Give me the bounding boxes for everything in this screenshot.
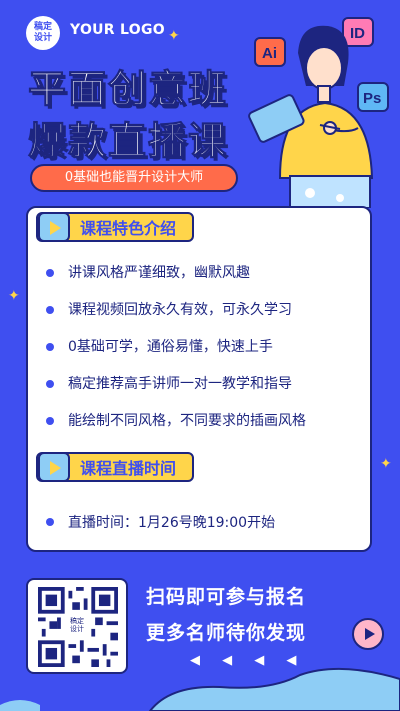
ai-badge-label: Ai: [262, 45, 277, 62]
qr-center-logo: 稿定 设计: [65, 613, 89, 637]
play-button[interactable]: [352, 618, 384, 650]
wave-decoration: [0, 667, 400, 711]
designer-illustration: Ai ID Ps: [248, 17, 389, 208]
id-badge-label: ID: [350, 25, 365, 42]
features-section-header: 课程特色介绍: [36, 212, 194, 242]
live-section-header: 课程直播时间: [36, 452, 194, 482]
features-list: 讲课风格严谨细致，幽默风趣 课程视频回放永久有效，可永久学习 0基础可学，通俗易…: [46, 262, 306, 447]
hero-subtitle: 0基础也能晋升设计大师: [30, 164, 238, 192]
list-item: 能绘制不同风格，不同要求的插画风格: [46, 410, 306, 447]
hero-title-line1: 平面创意班: [27, 67, 229, 112]
logo-text: YOUR LOGO: [70, 22, 165, 38]
hero-title-line2: 爆款直播课: [27, 119, 229, 164]
list-item: 0基础可学，通俗易懂，快速上手: [46, 336, 306, 373]
list-item: 讲课风格严谨细致，幽默风趣: [46, 262, 306, 299]
sparkle-icon: ✦: [380, 456, 392, 472]
sparkle-icon: ✦: [8, 288, 20, 304]
qr-code[interactable]: 稿定 设计: [26, 578, 128, 674]
bullet-dot: [46, 518, 54, 526]
course-info-card: 课程特色介绍 讲课风格严谨细致，幽默风趣 课程视频回放永久有效，可永久学习 0基…: [26, 206, 372, 552]
list-item: 稿定推荐高手讲师一对一教学和指导: [46, 373, 306, 410]
more-teachers-text: 更多名师待你发现: [146, 622, 307, 644]
play-icon: [38, 452, 70, 482]
scan-signup-text: 扫码即可参与报名: [146, 586, 307, 608]
play-icon: [38, 212, 70, 242]
features-section-label: 课程特色介绍: [80, 219, 177, 238]
sparkle-icon: ✦: [168, 28, 180, 44]
live-time-text: 直播时间：1月26号晚19:00开始: [68, 515, 276, 531]
ps-badge-label: Ps: [363, 90, 381, 107]
list-item: 课程视频回放永久有效，可永久学习: [46, 299, 306, 336]
live-section-label: 课程直播时间: [80, 459, 177, 478]
logo-badge: 稿定 设计: [26, 16, 60, 50]
